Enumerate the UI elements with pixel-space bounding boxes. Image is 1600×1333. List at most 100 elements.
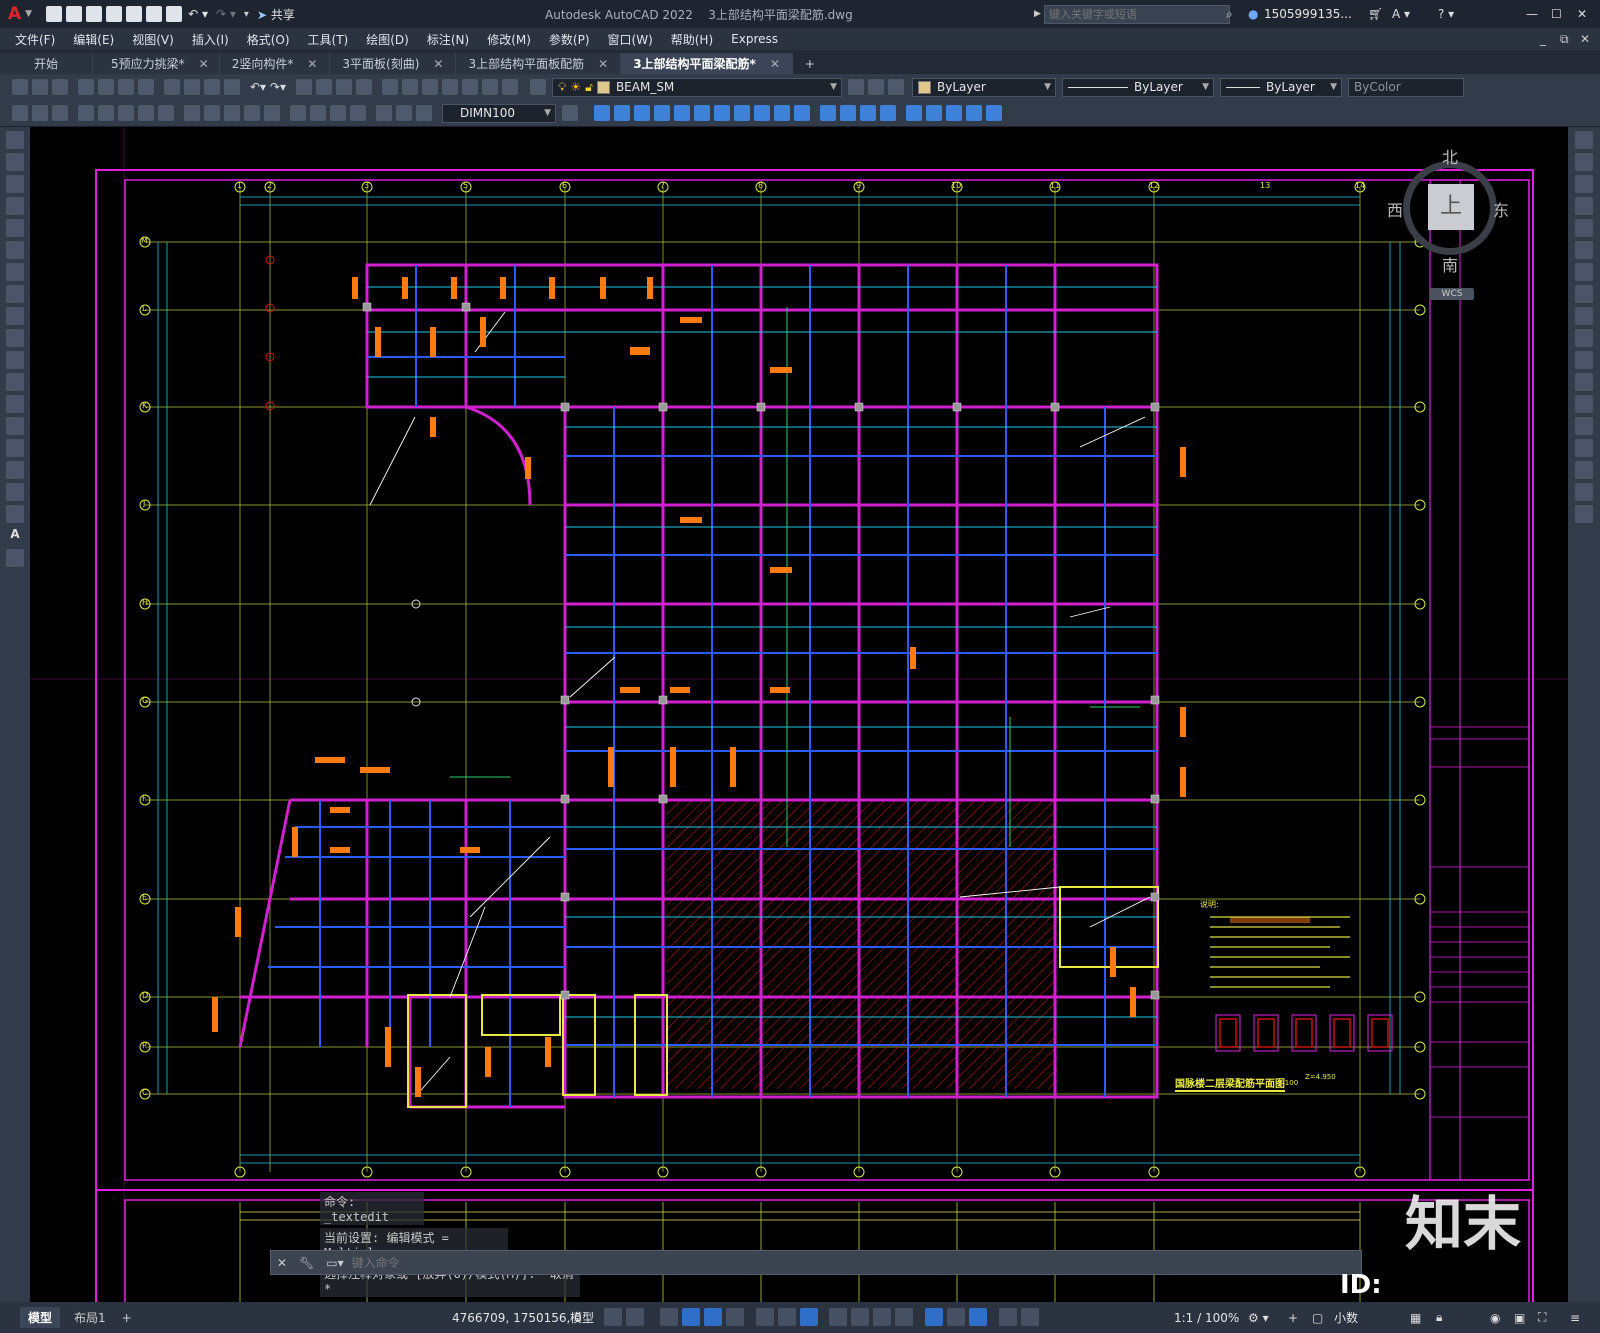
offset-tool-icon[interactable] [1575,197,1593,215]
layer-previous-icon[interactable] [867,79,884,95]
customize-status-icon[interactable]: ≡ [1570,1311,1580,1325]
ellipse-arc-tool-icon[interactable] [6,351,24,369]
center-mark-icon[interactable] [310,105,326,121]
save-icon[interactable] [86,6,103,22]
search-expand-icon[interactable]: ▶ [1034,9,1041,19]
view-back-icon[interactable] [694,105,710,121]
sheetset-icon[interactable] [441,79,458,95]
compass-west[interactable]: 西 [1387,197,1403,221]
camera-icon[interactable] [794,105,810,121]
make-current-icon[interactable] [847,79,864,95]
trim-tool-icon[interactable] [1575,329,1593,347]
doc-restore-icon[interactable]: ⧉ [1560,32,1569,47]
dim-style-manager-icon[interactable] [562,105,578,121]
dim-aligned-icon[interactable] [32,105,48,121]
mtext-tool-icon[interactable]: A [6,527,24,545]
3d-osnap-icon[interactable] [895,1308,914,1326]
menu-window[interactable]: 窗口(W) [608,31,653,48]
tab-start[interactable]: 开始 [0,53,94,74]
menu-draw[interactable]: 绘图(D) [366,31,409,48]
menu-modify[interactable]: 修改(M) [487,31,531,48]
explode-tool-icon[interactable] [1575,505,1593,523]
undo-icon[interactable]: ↶ ▾ [188,7,208,21]
dim-angular-icon[interactable] [158,105,174,121]
polyline-tool-icon[interactable] [6,175,24,193]
ucs-previous-icon[interactable] [946,105,962,121]
dim-continue-icon[interactable] [224,105,240,121]
dim-jogged-icon[interactable] [118,105,134,121]
menu-file[interactable]: 文件(F) [15,31,55,48]
view-bottom-icon[interactable] [614,105,630,121]
grid-icon[interactable] [604,1308,622,1326]
dim-baseline-icon[interactable] [204,105,220,121]
design-center-icon[interactable] [401,79,418,95]
tab-close-icon[interactable]: ✕ [199,57,209,71]
search-icon[interactable]: ⌕ [1226,7,1233,22]
wcs-menu[interactable]: WCS [1430,288,1474,300]
transparency-icon[interactable] [851,1308,870,1326]
fillet-tool-icon[interactable] [1575,461,1593,479]
copy-icon[interactable] [184,79,200,95]
tab-close-icon[interactable]: ✕ [433,57,443,71]
view-se-icon[interactable] [734,105,750,121]
layer-dropdown[interactable]: 💡︎ ☀ 🔓︎ BEAM_SM ▼ [551,77,842,97]
isolate-objects-icon[interactable]: ◉ [1490,1311,1500,1325]
drawing-canvas[interactable]: 1 2 3 5 6 7 8 9 10 11 12 13 14 M L K J H… [30,127,1568,1302]
dim-diameter-icon[interactable] [138,105,154,121]
dim-arc-icon[interactable] [52,105,68,121]
print-icon[interactable] [166,6,183,22]
rectangle-tool-icon[interactable] [6,219,24,237]
stretch-tool-icon[interactable] [1575,307,1593,325]
graphics-performance-icon[interactable]: ▣ [1514,1311,1525,1325]
layer-on-icon[interactable]: 💡︎ [558,80,566,95]
table-tool-icon[interactable] [6,505,24,523]
minimize-icon[interactable]: — [1526,7,1538,21]
annotation-scale[interactable]: 1:1 / 100% [1174,1311,1239,1325]
layer-states-icon[interactable] [887,79,904,95]
inspect-icon[interactable] [330,105,346,121]
view-sw-icon[interactable] [714,105,730,121]
selection-filter-icon[interactable] [947,1308,966,1326]
xline-tool-icon[interactable] [6,153,24,171]
jogged-linear-icon[interactable] [350,105,366,121]
point-tool-icon[interactable] [6,417,24,435]
compass-south[interactable]: 南 [1442,252,1458,276]
view-left-icon[interactable] [634,105,650,121]
object-snap-tracking-icon[interactable] [777,1308,796,1326]
break-point-tool-icon[interactable] [1575,373,1593,391]
dim-radius-icon[interactable] [98,105,114,121]
dim-update-icon[interactable] [416,105,432,121]
command-input[interactable] [349,1254,1361,1271]
insert-block-tool-icon[interactable] [6,373,24,391]
close-icon[interactable]: ✕ [1577,7,1587,21]
arc-tool-icon[interactable] [6,241,24,259]
auto-scale-icon[interactable] [1021,1308,1040,1326]
autocad-logo-icon[interactable]: A [8,4,21,24]
zoom-previous-icon[interactable] [355,79,372,95]
calculator-icon[interactable] [481,79,498,95]
preview-icon[interactable] [98,79,114,95]
menu-express[interactable]: Express [731,32,778,46]
quick-properties-icon[interactable]: ▦ [1410,1311,1421,1325]
cut-icon[interactable] [164,79,180,95]
dim-space-icon[interactable] [244,105,260,121]
lock-ui-icon[interactable]: 🔒︎ [1436,1310,1442,1325]
qdim-icon[interactable] [184,105,200,121]
circle-tool-icon[interactable] [6,263,24,281]
add-layout-icon[interactable]: + [122,1311,132,1325]
coordinates-readout[interactable]: 4766709, 1750156, 0 [452,1311,582,1325]
polygon-tool-icon[interactable] [6,197,24,215]
tab-close-icon[interactable]: ✕ [307,57,317,71]
ortho-icon[interactable] [703,1308,722,1326]
save-tb-icon[interactable] [52,79,68,95]
view-ne-icon[interactable] [754,105,770,121]
gizmo-icon[interactable] [969,1308,988,1326]
move-tool-icon[interactable] [1575,241,1593,259]
polar-icon[interactable] [725,1308,744,1326]
doc-minimize-icon[interactable]: _ [1540,32,1546,46]
infer-icon[interactable] [659,1308,678,1326]
command-close-icon[interactable]: ✕ [277,1256,287,1270]
menu-help[interactable]: 帮助(H) [671,31,713,48]
line-tool-icon[interactable] [6,131,24,149]
blend-tool-icon[interactable] [1575,483,1593,501]
